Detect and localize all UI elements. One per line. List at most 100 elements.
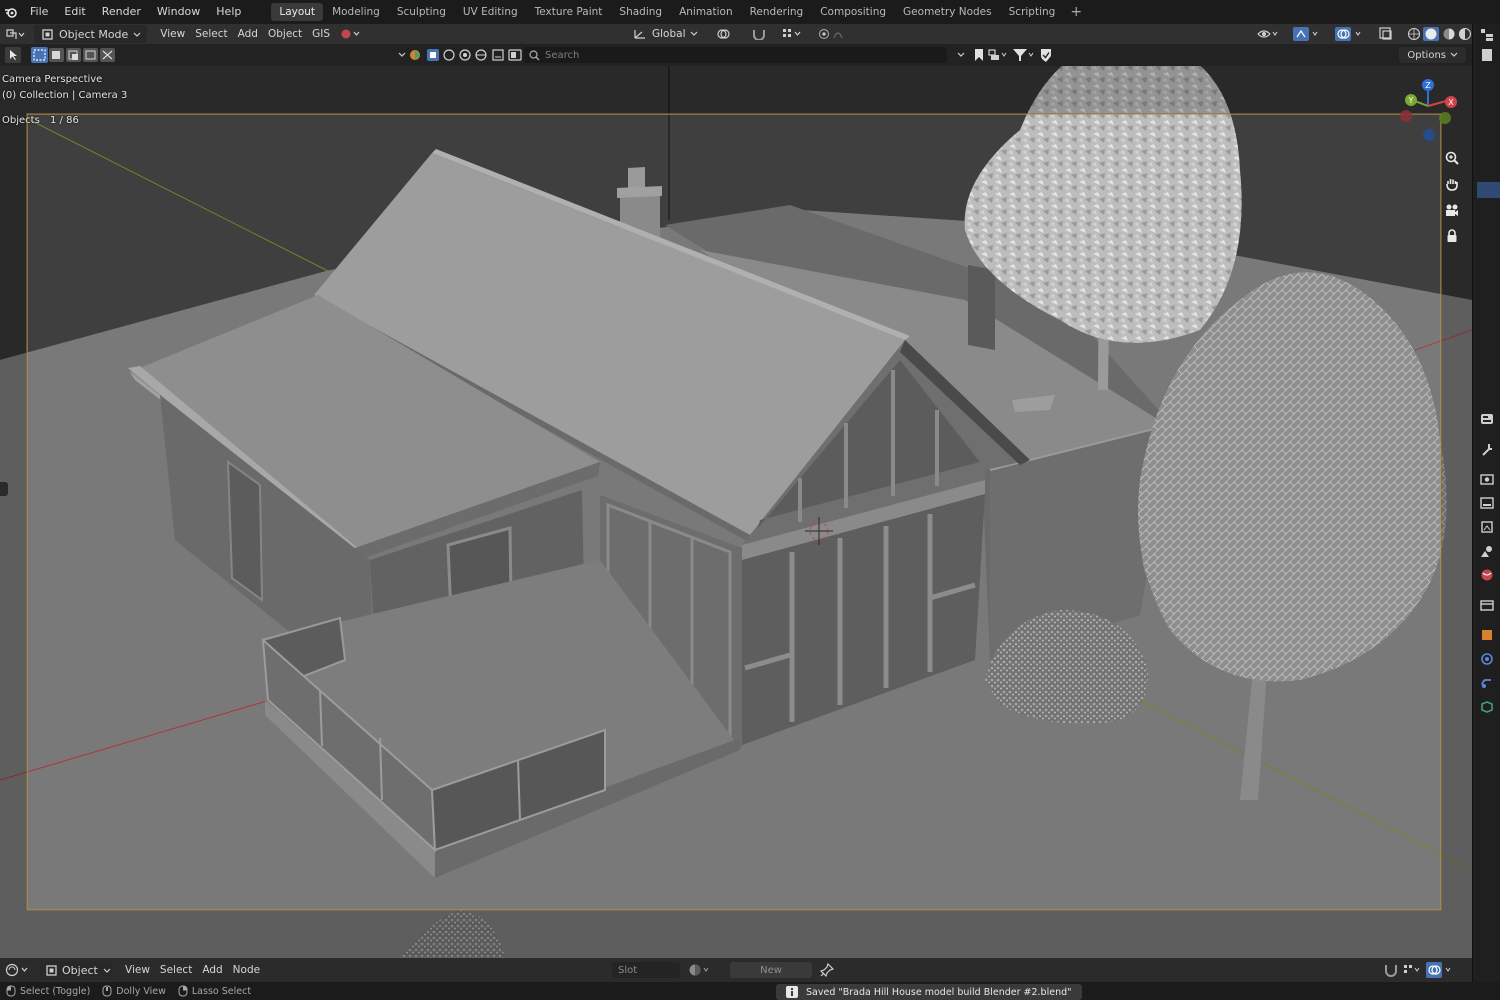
gis-addon-icon <box>341 29 360 39</box>
wrench-icon[interactable] <box>1480 442 1494 456</box>
outliner-filter-icons <box>398 49 522 61</box>
options-dropdown[interactable]: Options <box>1399 47 1466 63</box>
node-editor-icon <box>5 963 28 977</box>
gizmo-neg-z[interactable] <box>1423 129 1435 141</box>
material-browse-icon[interactable] <box>688 963 726 977</box>
tab-compositing[interactable]: Compositing <box>812 3 894 21</box>
3d-viewport[interactable]: Camera Perspective (0) Collection | Came… <box>0 66 1472 958</box>
mouse-middle-icon <box>102 985 112 997</box>
tab-scripting[interactable]: Scripting <box>1001 3 1064 21</box>
shader-type-dropdown[interactable]: Object <box>40 961 112 979</box>
scene-icon[interactable] <box>1480 544 1494 558</box>
menu-object[interactable]: Object <box>263 25 307 43</box>
top-menu-bar: File Edit Render Window Help Layout Mode… <box>0 0 1500 24</box>
viewport-header: Object Mode View Select Add Object GIS G… <box>0 24 1482 44</box>
tab-shading[interactable]: Shading <box>611 3 670 21</box>
bottom-menu-node[interactable]: Node <box>228 961 265 979</box>
properties-sidebar <box>1472 24 1500 1000</box>
mode-label: Object Mode <box>59 27 129 41</box>
snap-toggle-button[interactable] <box>747 25 771 43</box>
physics-icon[interactable] <box>1480 652 1494 666</box>
new-material-button[interactable]: New <box>730 962 812 978</box>
outliner-view-icons <box>957 49 1051 62</box>
menu-file[interactable]: File <box>22 0 56 24</box>
document-icon[interactable] <box>1480 48 1494 62</box>
view-name-label: Camera Perspective <box>2 74 103 85</box>
xray-toggle-button[interactable] <box>1374 25 1398 43</box>
object-icon[interactable] <box>1480 628 1494 642</box>
visibility-dropdown[interactable] <box>1252 25 1284 43</box>
tab-animation[interactable]: Animation <box>671 3 741 21</box>
bottom-right-controls[interactable] <box>1384 962 1468 978</box>
view-layer-icon[interactable] <box>1480 520 1494 534</box>
mode-dropdown[interactable]: Object Mode <box>34 25 148 43</box>
slot-dropdown[interactable]: Slot <box>612 962 680 978</box>
tab-geometry-nodes[interactable]: Geometry Nodes <box>895 3 1000 21</box>
info-icon <box>786 986 798 998</box>
overlays-toggle-button[interactable] <box>1330 25 1370 43</box>
outliner-icon[interactable] <box>1480 28 1494 42</box>
gizmo-neg-y[interactable] <box>1439 112 1451 124</box>
bottom-menu-view[interactable]: View <box>120 961 155 979</box>
lock-icon[interactable] <box>1442 226 1462 246</box>
tab-modeling[interactable]: Modeling <box>324 3 388 21</box>
menu-view[interactable]: View <box>155 25 190 43</box>
status-select-label: Select (Toggle) <box>20 985 91 997</box>
object-shader-icon <box>46 963 57 977</box>
selection-mode-buttons[interactable] <box>26 46 120 64</box>
menu-add[interactable]: Add <box>233 25 263 43</box>
navigation-gizmo[interactable]: Z X Y <box>1398 76 1462 144</box>
render-icon[interactable] <box>1480 472 1494 486</box>
snap-target-button[interactable] <box>777 25 807 43</box>
menu-render[interactable]: Render <box>94 0 149 24</box>
camera-view-icon[interactable] <box>1442 200 1462 220</box>
outliner-view-controls[interactable] <box>950 46 1070 64</box>
gizmo-neg-x[interactable] <box>1400 110 1412 122</box>
search-input[interactable]: Search <box>523 47 947 63</box>
save-notification-text: Saved "Brada Hill House model build Blen… <box>806 986 1072 998</box>
objects-count: 1 / 86 <box>50 115 79 126</box>
add-workspace-button[interactable]: + <box>1064 4 1088 20</box>
orientation-dropdown[interactable]: Global <box>628 25 705 43</box>
chevron-down-icon <box>133 28 141 41</box>
pin-icon[interactable] <box>820 963 834 977</box>
pivot-point-button[interactable] <box>711 25 741 43</box>
new-material-label: New <box>760 964 782 976</box>
mouse-left-icon <box>6 985 16 997</box>
bottom-menu-add[interactable]: Add <box>197 961 227 979</box>
menu-select[interactable]: Select <box>190 25 232 43</box>
outliner-filter-buttons[interactable] <box>392 46 530 64</box>
chevron-down-icon <box>1450 52 1458 57</box>
gizmo-icon <box>1293 27 1318 41</box>
editor-type-button[interactable] <box>0 25 30 43</box>
menu-gis[interactable]: GIS <box>307 25 335 43</box>
tab-rendering[interactable]: Rendering <box>742 3 812 21</box>
constraints-icon[interactable] <box>1480 676 1494 690</box>
bottom-menu-select[interactable]: Select <box>155 961 197 979</box>
pivot-icon <box>716 29 730 39</box>
proportional-edit-button[interactable] <box>813 25 857 43</box>
data-icon[interactable] <box>1480 700 1494 714</box>
gizmo-toggle-button[interactable] <box>1288 25 1326 43</box>
bottom-editor-type-button[interactable] <box>0 961 36 979</box>
tab-uv-editing[interactable]: UV Editing <box>455 3 526 21</box>
blender-logo-icon[interactable] <box>0 0 22 24</box>
status-lasso-label: Lasso Select <box>191 985 252 997</box>
output-icon[interactable] <box>1480 496 1494 510</box>
tool-settings-icon[interactable] <box>1480 412 1494 426</box>
toolbar-expand-handle[interactable] <box>0 482 8 496</box>
hand-pan-icon[interactable] <box>1442 174 1462 194</box>
menu-help[interactable]: Help <box>208 0 249 24</box>
transform-controls: Global <box>628 25 857 43</box>
tab-layout[interactable]: Layout <box>271 3 324 21</box>
status-dolly-label: Dolly View <box>116 985 166 997</box>
menu-edit[interactable]: Edit <box>56 0 93 24</box>
world-icon[interactable] <box>1480 568 1494 582</box>
active-tool-button[interactable] <box>0 46 26 64</box>
tab-sculpting[interactable]: Sculpting <box>389 3 454 21</box>
menu-window[interactable]: Window <box>149 0 208 24</box>
zoom-icon[interactable] <box>1442 148 1462 168</box>
tab-texture-paint[interactable]: Texture Paint <box>527 3 611 21</box>
addon-dropdown[interactable] <box>335 25 367 43</box>
collection-icon[interactable] <box>1480 598 1494 612</box>
